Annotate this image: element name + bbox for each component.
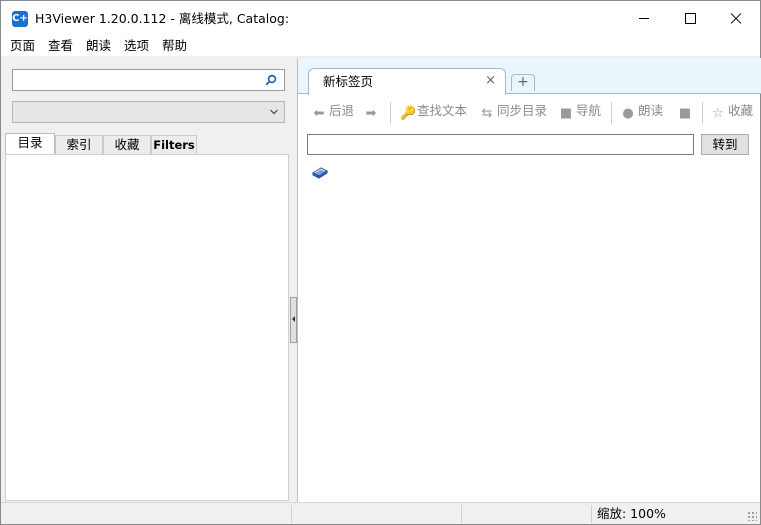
tab-favorites[interactable]: 收藏 xyxy=(103,135,151,155)
address-input[interactable] xyxy=(308,135,693,154)
search-input[interactable] xyxy=(17,72,261,88)
status-divider xyxy=(461,505,462,523)
new-tab-button[interactable]: + xyxy=(511,74,535,91)
toolbar-separator xyxy=(611,102,612,124)
tab-filters[interactable]: Filters xyxy=(151,135,197,155)
chevron-down-icon[interactable] xyxy=(270,108,278,116)
toolbar-separator xyxy=(702,102,703,124)
back-label: 后退 xyxy=(329,103,355,118)
stop-square-icon: ■ xyxy=(678,106,692,121)
status-divider xyxy=(291,505,292,523)
search-icon[interactable] xyxy=(265,74,277,86)
sync-toc-button[interactable]: ⇆ 同步目录 xyxy=(480,100,547,124)
arrow-right-icon: ➡ xyxy=(365,106,377,121)
book-icon[interactable] xyxy=(311,164,329,180)
find-text-button[interactable]: 🔑查找文本 xyxy=(400,100,467,124)
address-field[interactable] xyxy=(307,134,694,155)
nav-square-icon: ■ xyxy=(559,106,573,121)
menu-read[interactable]: 朗读 xyxy=(86,38,111,54)
menu-page[interactable]: 页面 xyxy=(10,38,35,54)
stop-button[interactable]: ■ xyxy=(678,100,695,124)
menu-view[interactable]: 查看 xyxy=(48,38,73,54)
read-aloud-button[interactable]: ● 朗读 xyxy=(621,100,663,124)
left-panel: 目录 索引 收藏 Filters xyxy=(1,58,291,502)
title-bar[interactable]: C+ H3Viewer 1.20.0.112 - 离线模式, Catalog: xyxy=(1,1,760,35)
filter-combo[interactable] xyxy=(12,101,285,123)
menu-help[interactable]: 帮助 xyxy=(162,38,187,54)
find-text-label: 查找文本 xyxy=(417,103,468,118)
app-icon[interactable]: C+ xyxy=(12,11,28,27)
doc-tabstrip: 新标签页 × + xyxy=(298,58,761,95)
tab-index[interactable]: 索引 xyxy=(55,135,103,155)
minimize-button[interactable] xyxy=(621,1,667,35)
sync-arrows-icon: ⇆ xyxy=(481,106,493,121)
contents-tree[interactable] xyxy=(5,154,289,501)
panel-splitter[interactable] xyxy=(290,297,297,343)
window-title: H3Viewer 1.20.0.112 - 离线模式, Catalog: xyxy=(35,11,290,26)
status-divider xyxy=(591,505,592,523)
favorites-button[interactable]: ☆ 收藏 xyxy=(711,100,753,124)
goto-button[interactable]: 转到 xyxy=(701,134,749,155)
toolbar-separator xyxy=(390,102,391,124)
tab-close-icon[interactable]: × xyxy=(485,74,496,88)
speech-bubble-icon: ● xyxy=(622,106,634,121)
sync-toc-label: 同步目录 xyxy=(497,103,548,118)
menu-bar: 页面 查看 朗读 选项 帮助 xyxy=(1,35,760,57)
resize-grip[interactable] xyxy=(747,511,757,521)
doc-tab[interactable]: 新标签页 × xyxy=(308,68,506,95)
doc-tab-label: 新标签页 xyxy=(323,74,374,89)
read-aloud-label: 朗读 xyxy=(638,103,664,118)
arrow-left-icon: ⬅ xyxy=(313,106,325,121)
zoom-status: 缩放: 100% xyxy=(597,506,666,521)
left-tab-row: 目录 索引 收藏 Filters xyxy=(5,133,289,155)
key-icon: 🔑 xyxy=(400,106,417,121)
right-panel: 新标签页 × + ⬅ 后退 ➡ 🔑查找文本 ⇆ 同步目录 ■ 导航 ● 朗读 ■… xyxy=(297,58,761,502)
tab-contents[interactable]: 目录 xyxy=(5,133,55,155)
navigate-button[interactable]: ■ 导航 xyxy=(559,100,601,124)
back-button[interactable]: ⬅ 后退 xyxy=(312,100,354,124)
navigate-label: 导航 xyxy=(576,103,602,118)
favorites-label: 收藏 xyxy=(728,103,754,118)
star-icon: ☆ xyxy=(712,106,724,121)
close-button[interactable] xyxy=(713,1,759,35)
menu-options[interactable]: 选项 xyxy=(124,38,149,54)
maximize-button[interactable] xyxy=(667,1,713,35)
forward-button[interactable]: ➡ xyxy=(364,100,381,124)
search-field[interactable] xyxy=(12,69,285,91)
status-bar: 缩放: 100% xyxy=(1,502,760,524)
app-window: C+ H3Viewer 1.20.0.112 - 离线模式, Catalog: … xyxy=(0,0,761,525)
